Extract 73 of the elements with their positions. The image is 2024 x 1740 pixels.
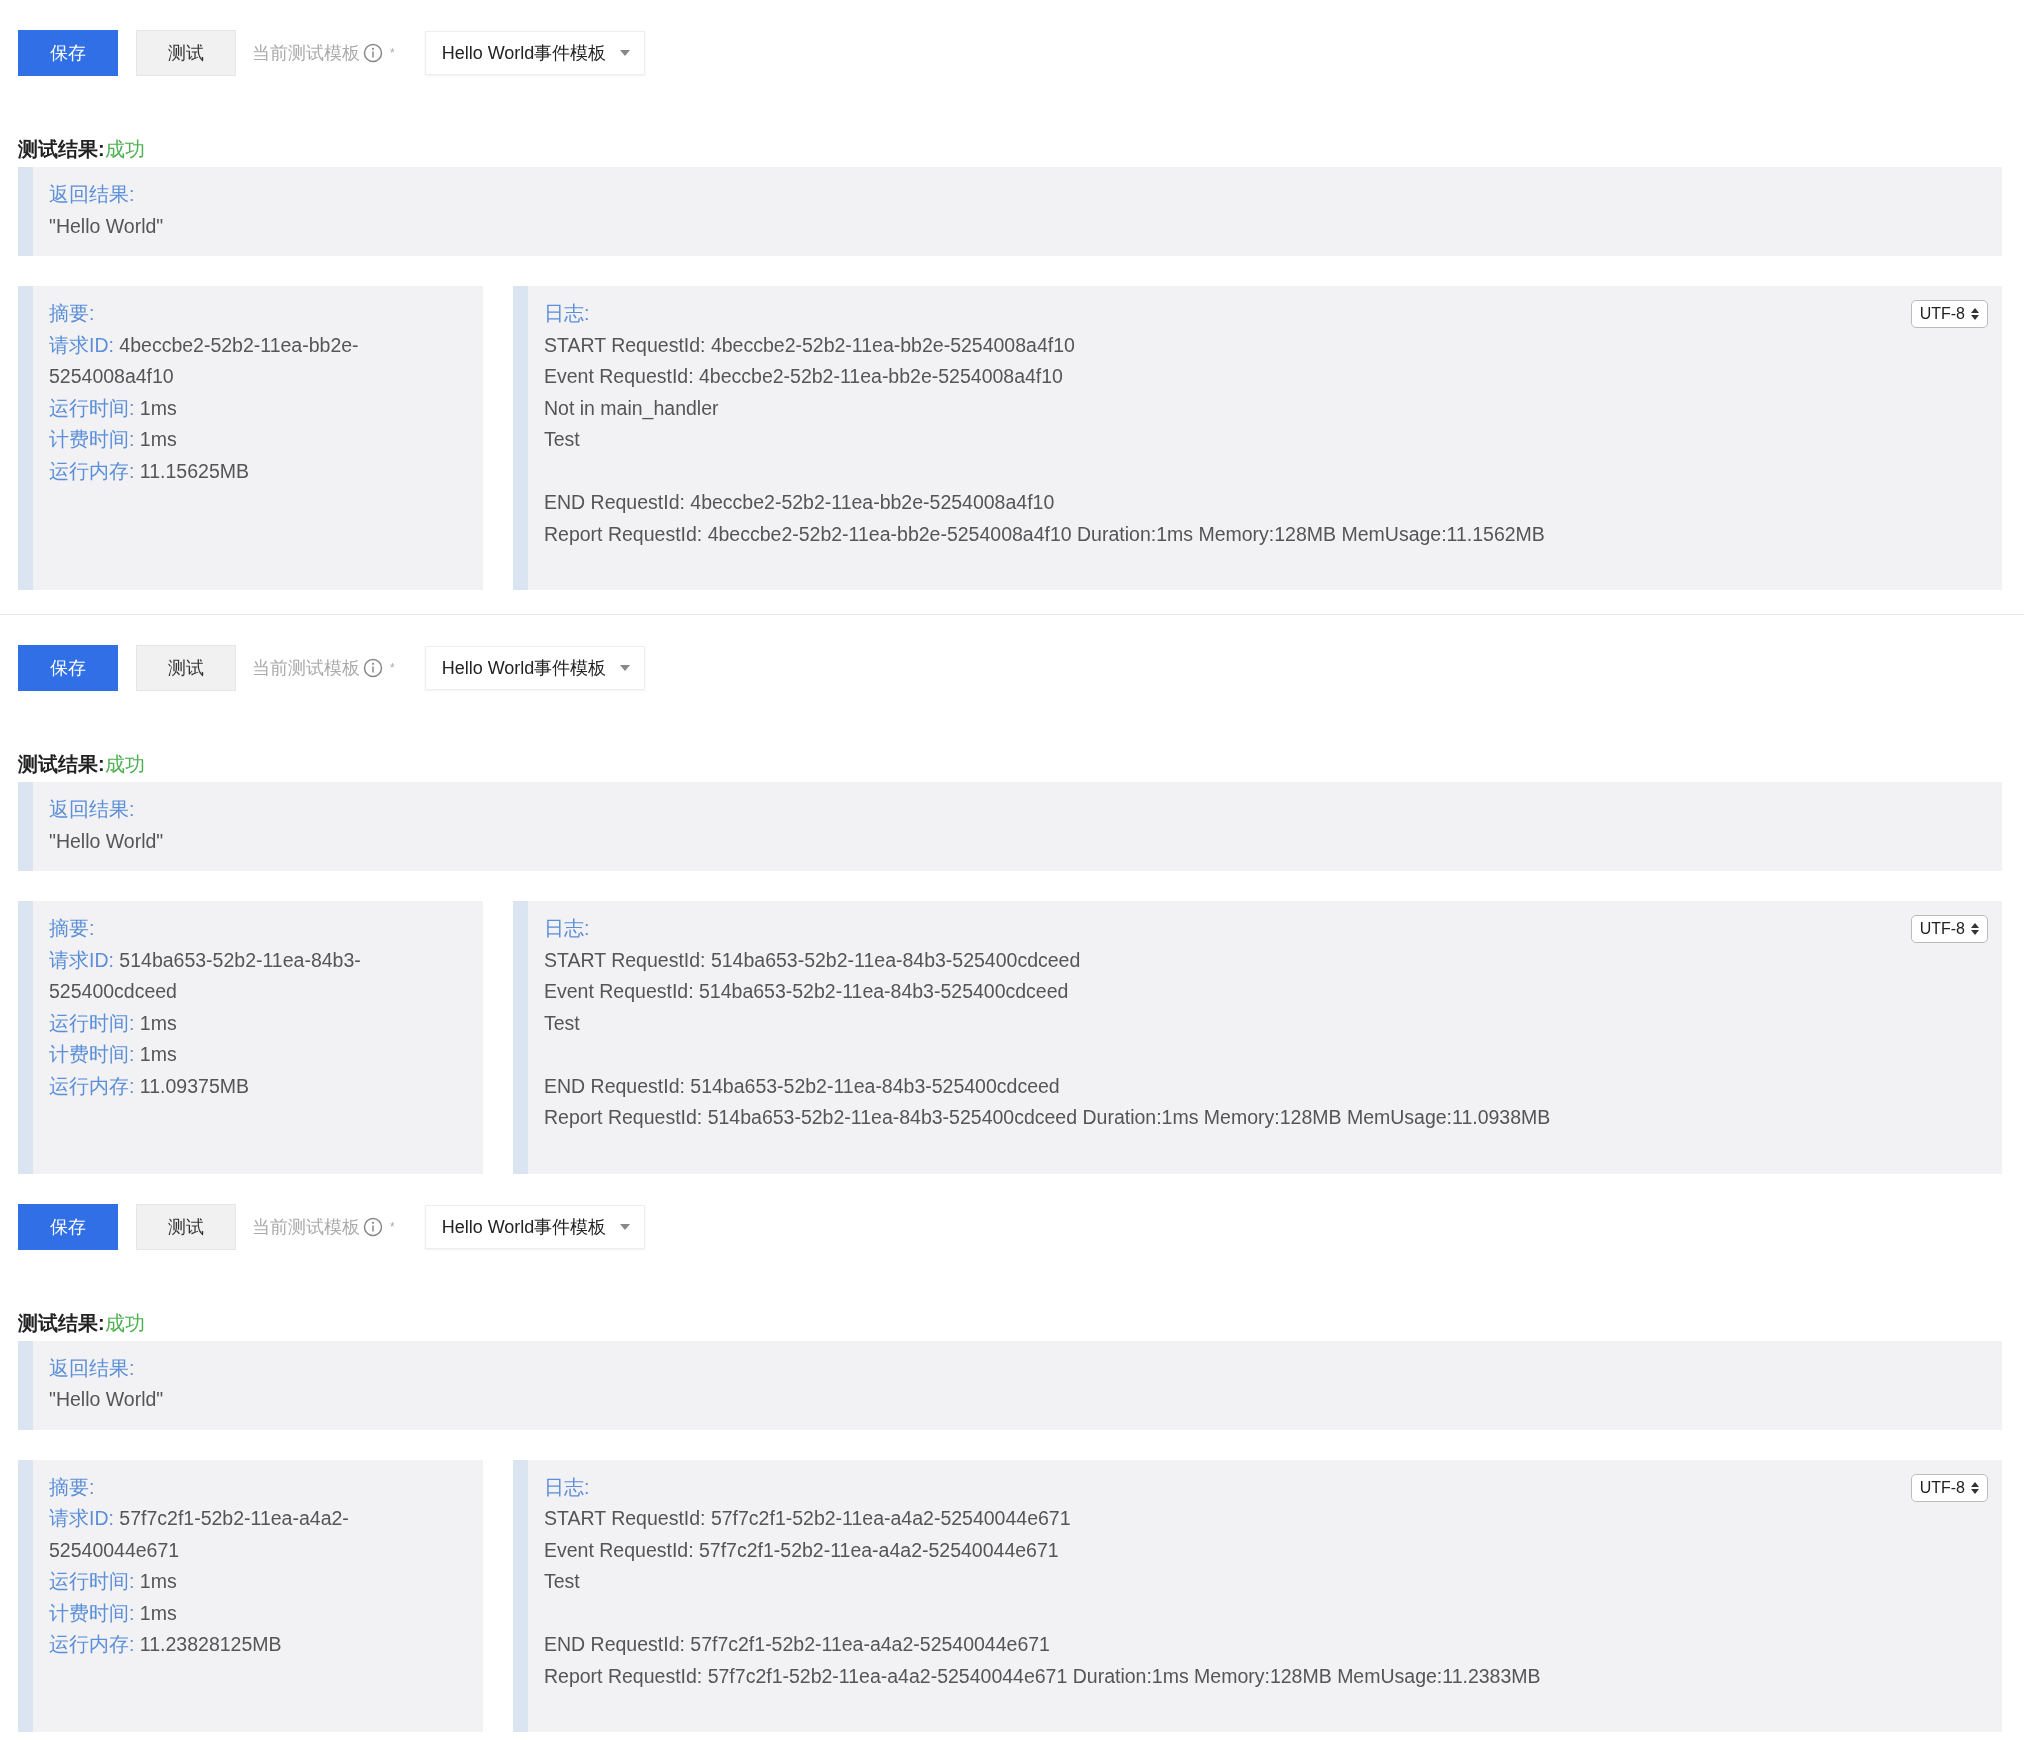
result-title: 测试结果: <box>18 1310 105 1336</box>
template-label: 当前测试模板 <box>252 1215 360 1239</box>
log-line: Report RequestId: 514ba653-52b2-11ea-84b3-525400cdceed Duration:1ms Memory:128MB MemUsage:11.0938MB <box>544 1106 1551 1128</box>
updown-icon <box>1971 923 1979 935</box>
encoding-select[interactable]: UTF-8 <box>1910 915 1988 943</box>
return-value: "Hello World" <box>49 828 165 854</box>
result-status: 成功 <box>104 137 145 162</box>
summary-field: 运行时间: 1ms <box>49 1566 467 1598</box>
encoding-select[interactable]: UTF-8 <box>1910 1473 1988 1502</box>
test-button[interactable]: 测试 <box>136 1203 236 1250</box>
log-label: 日志: <box>544 1475 590 1498</box>
log-line: Report RequestId: 4beccbe2-52b2-11ea-bb2e-5254008a4f10 Duration:1ms Memory:128MB MemUsage:11.1562MB <box>544 522 1545 545</box>
return-label: 返回结果: <box>49 797 136 822</box>
result-title: 测试结果: <box>18 752 105 777</box>
result-title: 测试结果: <box>18 137 105 162</box>
summary-label: 摘要: <box>49 916 96 941</box>
log-line: START RequestId: 57f7c2f1-52b2-11ea-a4a2-52540044e671 <box>544 1507 1071 1529</box>
log-line: Test <box>544 1011 580 1034</box>
summary-field: 运行时间: 1ms <box>49 1007 467 1039</box>
summary-field: 计费时间: 1ms <box>49 1039 467 1071</box>
log-line: Test <box>544 1570 580 1592</box>
summary-field: 请求ID: 57f7c2f1-52b2-11ea-a4a2-52540044e671 <box>49 1503 467 1566</box>
summary-field: 运行时间: 1ms <box>49 392 467 424</box>
template-label: 当前测试模板 <box>252 657 360 680</box>
test-button[interactable]: 测试 <box>136 645 236 691</box>
return-value: "Hello World" <box>49 1387 165 1412</box>
required-mark: * <box>390 46 395 60</box>
log-line: Event RequestId: 57f7c2f1-52b2-11ea-a4a2-52540044e671 <box>544 1538 1059 1561</box>
save-button[interactable]: 保存 <box>18 30 118 76</box>
info-icon <box>363 658 383 678</box>
template-dropdown[interactable]: Hello World事件模板 <box>424 646 646 690</box>
template-dropdown[interactable]: Hello World事件模板 <box>424 31 646 75</box>
info-icon <box>363 43 383 63</box>
summary-field: 计费时间: 1ms <box>49 1597 467 1629</box>
summary-field: 运行内存: 11.09375MB <box>49 1070 467 1102</box>
result-status: 成功 <box>104 752 145 777</box>
log-line: END RequestId: 4beccbe2-52b2-11ea-bb2e-5254008a4f10 <box>544 491 1055 513</box>
log-line: Event RequestId: 514ba653-52b2-11ea-84b3-525400cdceed <box>544 980 1069 1002</box>
result-status: 成功 <box>104 1310 145 1336</box>
summary-label: 摘要: <box>49 301 96 326</box>
summary-field: 请求ID: 514ba653-52b2-11ea-84b3-525400cdceed <box>49 944 467 1008</box>
updown-icon <box>1971 308 1979 320</box>
save-button[interactable]: 保存 <box>18 1203 118 1250</box>
log-label: 日志: <box>544 302 590 324</box>
summary-field: 运行内存: 11.15625MB <box>49 455 467 487</box>
summary-field: 计费时间: 1ms <box>49 424 467 456</box>
return-label: 返回结果: <box>49 1355 136 1381</box>
caret-icon <box>620 1223 631 1230</box>
log-line: START RequestId: 514ba653-52b2-11ea-84b3-525400cdceed <box>544 948 1081 971</box>
required-mark: * <box>390 1219 395 1234</box>
summary-label: 摘要: <box>49 1474 96 1500</box>
log-line: START RequestId: 4beccbe2-52b2-11ea-bb2e-5254008a4f10 <box>544 333 1075 356</box>
caret-icon <box>620 665 631 671</box>
log-line: Event RequestId: 4beccbe2-52b2-11ea-bb2e-5254008a4f10 <box>544 365 1063 387</box>
required-mark: * <box>390 661 395 675</box>
return-label: 返回结果: <box>49 182 136 207</box>
save-button[interactable]: 保存 <box>18 645 118 691</box>
test-button[interactable]: 测试 <box>136 30 236 76</box>
log-line: Not in main_handler <box>544 396 719 419</box>
updown-icon <box>1971 1481 1979 1494</box>
summary-field: 请求ID: 4beccbe2-52b2-11ea-bb2e-5254008a4f10 <box>49 329 467 393</box>
template-dropdown[interactable]: Hello World事件模板 <box>424 1204 646 1249</box>
log-line: END RequestId: 514ba653-52b2-11ea-84b3-525400cdceed <box>544 1074 1060 1097</box>
log-line: END RequestId: 57f7c2f1-52b2-11ea-a4a2-52540044e671 <box>544 1633 1050 1655</box>
caret-icon <box>620 50 631 56</box>
return-value: "Hello World" <box>49 213 165 239</box>
log-line: Report RequestId: 57f7c2f1-52b2-11ea-a4a2-52540044e671 Duration:1ms Memory:128MB MemUsage:11.2383MB <box>544 1664 1541 1687</box>
encoding-select[interactable]: UTF-8 <box>1910 300 1988 328</box>
info-icon <box>363 1216 383 1237</box>
template-label: 当前测试模板 <box>252 42 360 65</box>
log-line: Test <box>544 428 580 450</box>
log-label: 日志: <box>544 917 590 939</box>
summary-field: 运行内存: 11.23828125MB <box>49 1629 467 1661</box>
